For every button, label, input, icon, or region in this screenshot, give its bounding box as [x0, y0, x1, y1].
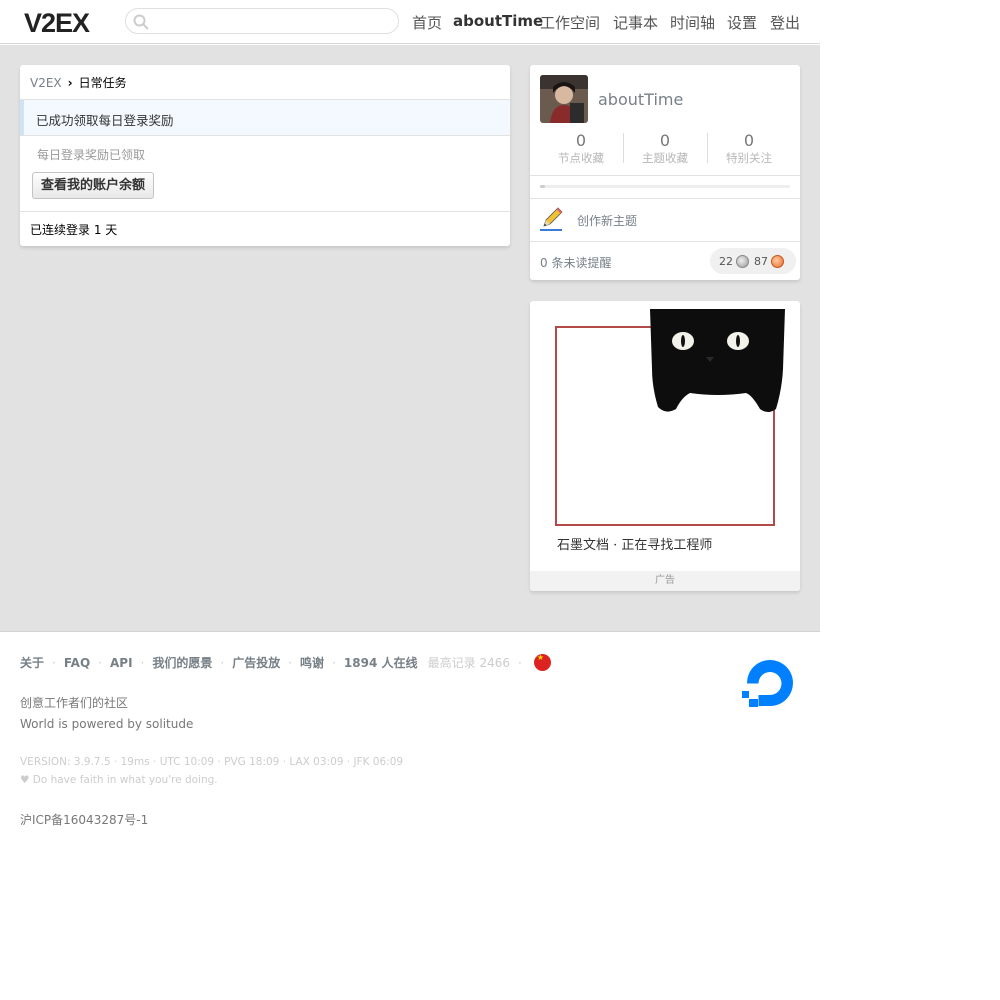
- footer-links: 关于 · FAQ · API · 我们的愿景 · 广告投放 · 鸣谢 · 1894 人在线 最高记录 2…: [20, 653, 551, 671]
- success-notice: 已成功领取每日登录奖励: [20, 100, 510, 136]
- silver-count: 22: [719, 255, 733, 268]
- progress-fill: [540, 185, 545, 188]
- login-streak: 已连续登录 1 天: [30, 223, 118, 237]
- footer-link-advertise[interactable]: 广告投放: [232, 656, 280, 670]
- footer-sep: ·: [518, 656, 522, 670]
- divider: [20, 135, 510, 136]
- footer-sep: ·: [220, 656, 225, 670]
- username[interactable]: aboutTime: [598, 90, 683, 109]
- view-balance-button[interactable]: 查看我的账户余额: [32, 172, 155, 199]
- stat-number: 0: [575, 131, 587, 150]
- version-info: VERSION: 3.9.7.5 · 19ms · UTC 10:09 · PV…: [20, 756, 404, 768]
- daily-mission-box: V2EX › 日常任务 已成功领取每日登录奖励 每日登录奖励已领取 查看我的账户余额…: [20, 65, 510, 246]
- online-record: 最高记录 2466: [427, 656, 511, 670]
- breadcrumb-separator: ›: [67, 76, 73, 90]
- breadcrumb: V2EX › 日常任务: [30, 74, 127, 91]
- digitalocean-logo-icon[interactable]: [740, 654, 800, 714]
- divider: [530, 175, 800, 176]
- ad-footer-label: 广告: [530, 571, 800, 591]
- balance-badge[interactable]: 22 87: [710, 248, 796, 274]
- ad-panel: 石墨文档 · 正在寻找工程师 广告: [530, 301, 800, 591]
- nav-notes[interactable]: 记事本: [613, 12, 658, 33]
- user-panel: aboutTime 0 节点收藏 0 主题收藏 0 特别关注 创作新主题 0 条…: [530, 65, 800, 280]
- bronze-coin-icon: [771, 255, 784, 268]
- stat-node-favorites[interactable]: 0 节点收藏: [539, 131, 623, 166]
- tagline: 创意工作者们的社区: [20, 696, 129, 710]
- stat-number: 0: [659, 131, 671, 150]
- create-topic-link[interactable]: 创作新主题: [577, 212, 637, 229]
- footer-sep: ·: [288, 656, 293, 670]
- claimed-text: 每日登录奖励已领取: [37, 148, 146, 162]
- nav-home[interactable]: 首页: [412, 12, 442, 33]
- stat-label: 特别关注: [726, 151, 772, 165]
- footer-link-faq[interactable]: FAQ: [64, 656, 90, 670]
- avatar[interactable]: [540, 75, 588, 123]
- footer-sep: ·: [52, 656, 56, 670]
- bronze-count: 87: [754, 255, 768, 268]
- footer-link-mission[interactable]: 我们的愿景: [152, 656, 212, 670]
- online-count[interactable]: 1894 人在线: [344, 656, 418, 670]
- nav-timeline[interactable]: 时间轴: [670, 12, 715, 33]
- icp-link[interactable]: 沪ICP备16043287号-1: [20, 811, 148, 828]
- top-bar: V2EX 首页 aboutTime 工作空间 记事本 时间轴 设置 登出: [0, 0, 820, 44]
- divider: [530, 198, 800, 199]
- china-flag-icon[interactable]: [533, 653, 551, 671]
- breadcrumb-home[interactable]: V2EX: [30, 76, 62, 90]
- stat-number: 0: [743, 131, 755, 150]
- divider: [530, 241, 800, 242]
- pencil-icon: [540, 207, 563, 231]
- footer-link-api[interactable]: API: [110, 656, 133, 670]
- footer-link-thanks[interactable]: 鸣谢: [300, 656, 324, 670]
- divider: [20, 211, 510, 212]
- silver-coin-icon: [736, 255, 749, 268]
- footer-sep: ·: [98, 656, 102, 670]
- success-notice-text: 已成功领取每日登录奖励: [36, 113, 174, 128]
- breadcrumb-current: 日常任务: [78, 76, 127, 90]
- cat-image: [650, 309, 785, 412]
- faith-text: ♥ Do have faith in what you're doing.: [20, 774, 218, 786]
- ad-text[interactable]: 石墨文档 · 正在寻找工程师: [557, 534, 712, 553]
- site-logo[interactable]: V2EX: [24, 8, 90, 39]
- footer-sep: ·: [140, 656, 145, 670]
- stat-label: 节点收藏: [558, 151, 604, 165]
- main-area: V2EX › 日常任务 已成功领取每日登录奖励 每日登录奖励已领取 查看我的账户余额…: [0, 45, 820, 632]
- footer-sep: ·: [332, 656, 336, 670]
- nav-workspace[interactable]: 工作空间: [540, 12, 600, 33]
- search-input[interactable]: [125, 8, 399, 34]
- nav-profile[interactable]: aboutTime: [453, 12, 543, 30]
- stat-topic-favorites[interactable]: 0 主题收藏: [623, 131, 707, 166]
- nav-logout[interactable]: 登出: [770, 12, 800, 33]
- stat-label: 主题收藏: [642, 151, 688, 165]
- powered-by: World is powered by solitude: [20, 717, 194, 731]
- progress-bar: [540, 185, 790, 188]
- stat-following[interactable]: 0 特别关注: [707, 131, 791, 166]
- search-icon: [133, 14, 149, 30]
- unread-notifications[interactable]: 0 条未读提醒: [540, 254, 611, 271]
- footer-link-about[interactable]: 关于: [20, 656, 44, 670]
- nav-settings[interactable]: 设置: [727, 12, 757, 33]
